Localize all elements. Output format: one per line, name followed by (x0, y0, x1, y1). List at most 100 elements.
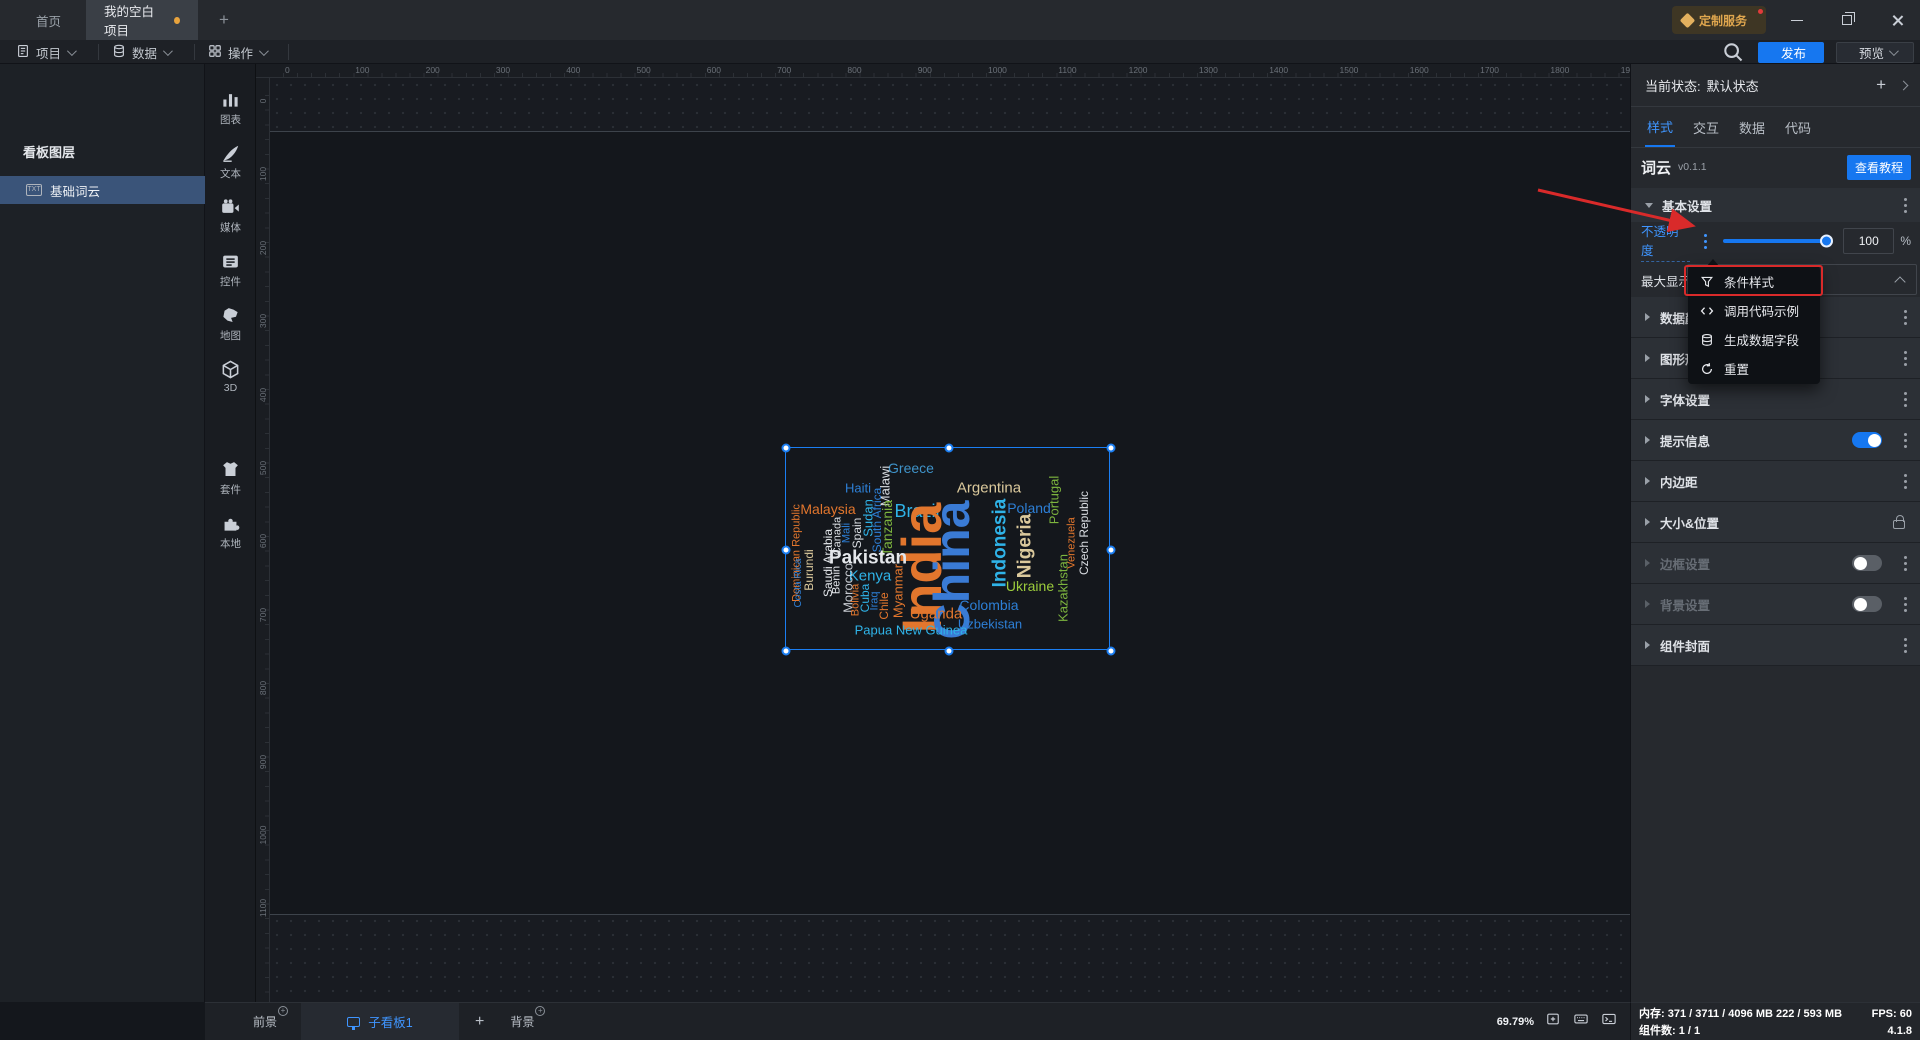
preview-button[interactable]: 预览 (1836, 42, 1914, 72)
add-state-button[interactable]: + (1876, 75, 1886, 95)
h-ruler-tick: 400 (566, 65, 581, 75)
minimize-button[interactable] (1774, 0, 1820, 40)
kebab-menu-icon[interactable] (1904, 391, 1907, 395)
context-menu-label: 重置 (1724, 363, 1750, 377)
basic-settings-header[interactable]: 基本设置 (1631, 188, 1920, 222)
section-toggle-on[interactable] (1852, 432, 1882, 448)
tab-code[interactable]: 代码 (1783, 108, 1813, 146)
rail-item-chart[interactable]: 图表 (205, 90, 256, 127)
kebab-menu-icon[interactable] (1904, 350, 1907, 354)
lock-icon[interactable] (1893, 515, 1905, 529)
search-button[interactable] (1722, 41, 1744, 63)
expand-icon (1645, 477, 1650, 485)
foreground-layer-button[interactable]: 前景 + (253, 1006, 289, 1030)
design-canvas[interactable]: 0 100 200 300 400 500 600 700 800 900 1000 1100 1200… (256, 64, 1630, 1002)
inspector-panel: 当前状态: 默认状态 + 样式 交互 数据 代码 词云 v0.1.1 查看教程 … (1630, 64, 1920, 1002)
rail-item-media[interactable]: 媒体 (205, 198, 256, 235)
section-row[interactable]: 组件封面 (1631, 625, 1920, 666)
tab-project-active[interactable]: 我的空白项目 (86, 0, 198, 40)
rail-item-cube-3d[interactable]: 3D (205, 360, 256, 394)
wordcloud-word: Malaysia (800, 501, 856, 517)
rail-item-map[interactable]: 地图 (205, 306, 256, 343)
layer-item-wordcloud[interactable]: TXT 基础词云 (0, 176, 205, 204)
app-window: 首页 我的空白项目 + 定制服务 项目 数据 操作 发布 预览 看板图层 TXT… (0, 0, 1920, 1040)
kebab-menu-icon[interactable] (1904, 555, 1907, 559)
zoom-level[interactable]: 69.79% (1497, 1016, 1534, 1028)
console-icon (1601, 1012, 1617, 1031)
text-icon (221, 144, 240, 163)
rail-item-widget[interactable]: 控件 (205, 252, 256, 289)
context-menu-item-code[interactable]: 调用代码示例 (1688, 296, 1820, 325)
add-board-button[interactable]: + (475, 1013, 484, 1031)
kebab-menu-icon[interactable] (1904, 596, 1907, 600)
context-menu-label: 生成数据字段 (1724, 334, 1800, 348)
selection-handle[interactable] (1106, 443, 1116, 453)
selection-handle[interactable] (944, 646, 953, 656)
tab-data[interactable]: 数据 (1737, 108, 1767, 146)
shortcut-keys-button[interactable] (1572, 1014, 1590, 1030)
kebab-menu-icon[interactable] (1904, 197, 1907, 201)
section-row[interactable]: 提示信息 (1631, 420, 1920, 461)
h-ruler-tick: 0 (285, 65, 290, 75)
expand-states-button[interactable] (1898, 80, 1909, 90)
v-ruler-tick: 800 (258, 681, 268, 696)
section-row[interactable]: 大小&位置 (1631, 502, 1920, 543)
background-layer-button[interactable]: 背景 + (510, 1006, 546, 1030)
section-row[interactable]: 字体设置 (1631, 379, 1920, 420)
fit-screen-button[interactable] (1544, 1013, 1562, 1030)
rail-item-label: 3D (223, 382, 238, 394)
h-ruler-tick: 1900 (1620, 65, 1630, 75)
tab-home[interactable]: 首页 (18, 0, 79, 40)
selection-handle[interactable] (781, 545, 791, 554)
opacity-label[interactable]: 不透明度 (1641, 221, 1691, 262)
add-foreground-icon[interactable]: + (278, 1006, 289, 1016)
kebab-menu-icon[interactable] (1904, 637, 1907, 641)
section-row[interactable]: 背景设置 (1631, 584, 1920, 625)
h-ruler-tick: 1300 (1198, 65, 1218, 75)
selection-handle[interactable] (1106, 646, 1116, 656)
tab-style[interactable]: 样式 (1645, 107, 1676, 147)
opacity-input[interactable]: 100 (1843, 228, 1895, 254)
selection-handle[interactable] (781, 443, 791, 453)
slider-knob[interactable] (1820, 234, 1834, 248)
section-toggle-off[interactable] (1852, 555, 1882, 571)
menu-data[interactable]: 数据 (112, 40, 173, 64)
context-menu-item-reset[interactable]: 重置 (1688, 354, 1820, 383)
selection-handle[interactable] (944, 443, 953, 453)
wordcloud-word: Czech Republic (1077, 490, 1091, 576)
console-button[interactable] (1600, 1012, 1618, 1031)
data-field-icon (1700, 333, 1714, 347)
tutorial-button[interactable]: 查看教程 (1846, 154, 1911, 180)
wordcloud-word: Portugal (1046, 475, 1062, 525)
expand-icon (1645, 641, 1650, 649)
publish-button[interactable]: 发布 (1758, 42, 1824, 71)
tab-interaction[interactable]: 交互 (1691, 108, 1721, 146)
opacity-row: 不透明度 100 % (1631, 221, 1920, 262)
section-row[interactable]: 边框设置 (1631, 543, 1920, 584)
menu-divider (98, 44, 99, 60)
add-background-icon[interactable]: + (535, 1006, 546, 1016)
opacity-kebab-menu[interactable] (1704, 233, 1708, 237)
layers-panel-title: 看板图层 (23, 145, 76, 160)
rail-item-kit[interactable]: 套件 (205, 460, 256, 497)
menu-operations[interactable]: 操作 (208, 40, 269, 64)
close-button[interactable] (1874, 0, 1920, 40)
kebab-menu-icon[interactable] (1904, 473, 1907, 477)
new-tab-button[interactable]: + (206, 0, 242, 40)
custom-service-badge[interactable]: 定制服务 (1672, 6, 1766, 34)
restore-button[interactable] (1824, 0, 1870, 40)
section-toggle-off[interactable] (1852, 596, 1882, 612)
menu-project[interactable]: 项目 (16, 40, 77, 64)
kebab-menu-icon[interactable] (1904, 309, 1907, 313)
selection-handle[interactable] (1106, 545, 1116, 554)
context-menu-item-data-field[interactable]: 生成数据字段 (1688, 325, 1820, 354)
rail-item-local[interactable]: 本地 (205, 514, 256, 551)
rail-item-label: 地图 (220, 330, 241, 342)
opacity-slider[interactable] (1723, 234, 1834, 248)
selection-handle[interactable] (781, 646, 791, 656)
wordcloud-selection-box[interactable]: Greece Malawi Haiti Argentina Malaysia Brazil… (781, 443, 1116, 656)
rail-item-text[interactable]: 文本 (205, 144, 256, 181)
section-row[interactable]: 内边距 (1631, 461, 1920, 502)
kebab-menu-icon[interactable] (1904, 432, 1907, 436)
subboard-tab[interactable]: 子看板1 (301, 1002, 460, 1040)
